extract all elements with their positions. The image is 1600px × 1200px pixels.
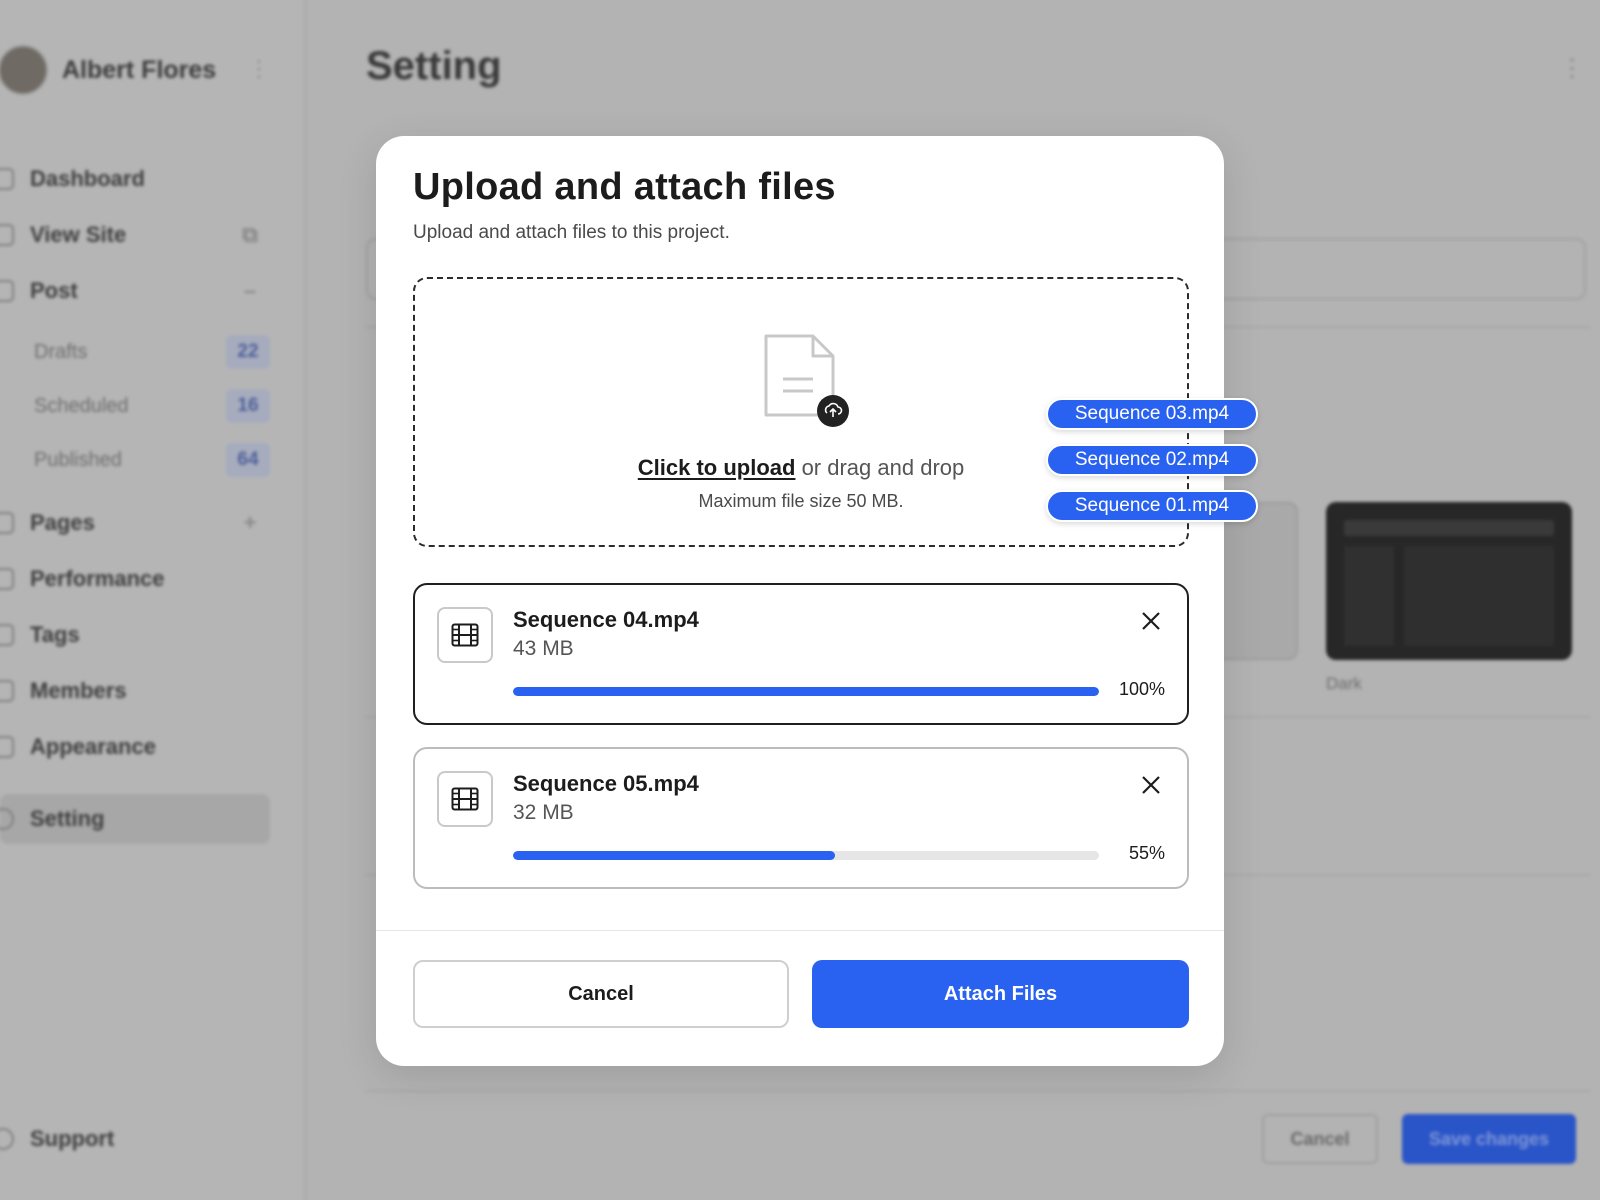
dragging-file-chip[interactable]: Sequence 03.mp4 — [1046, 398, 1258, 430]
modal-subtitle: Upload and attach files to this project. — [413, 222, 730, 243]
sidebar-item-label: Post — [30, 278, 78, 303]
sidebar-item-members[interactable]: Members — [0, 666, 270, 716]
external-link-icon: ⧉ — [242, 222, 258, 247]
sidebar-item-appearance[interactable]: Appearance — [0, 722, 270, 772]
upload-progress-percent: 55% — [1128, 843, 1165, 863]
palette-icon — [0, 736, 14, 758]
sidebar-subitem-label: Published — [34, 448, 122, 471]
file-item: Sequence 05.mp4 32 MB 55% — [413, 747, 1189, 889]
avatar — [0, 45, 48, 95]
modal-title: Upload and attach files — [413, 166, 836, 208]
close-icon[interactable] — [1137, 607, 1165, 635]
plus-square-icon — [0, 280, 14, 302]
count-badge: 22 — [226, 335, 270, 369]
thumbnail-topbar — [1344, 520, 1554, 536]
sidebar-subitem-scheduled[interactable]: Scheduled 16 — [34, 386, 270, 426]
sidebar-item-label: Members — [30, 678, 127, 703]
close-icon[interactable] — [1137, 771, 1165, 799]
sidebar-item-label: View Site — [30, 222, 127, 247]
drag-drop-text: or drag and drop — [795, 455, 965, 480]
modal-footer-divider — [376, 930, 1224, 931]
user-name: Albert Flores — [62, 55, 217, 84]
sidebar-item-performance[interactable]: Performance — [0, 554, 270, 604]
upload-progress-bar — [513, 851, 1099, 860]
chart-icon — [0, 568, 14, 590]
sidebar-item-label: Pages — [30, 510, 95, 535]
click-to-upload-link[interactable]: Click to upload — [638, 455, 796, 480]
sidebar-item-label: Tags — [30, 622, 80, 647]
sidebar-item-label: Setting — [30, 806, 105, 831]
upload-modal: Upload and attach files Upload and attac… — [376, 136, 1224, 1066]
count-badge: 64 — [226, 443, 270, 477]
save-changes-button[interactable]: Save changes — [1402, 1114, 1576, 1164]
sidebar-subitem-drafts[interactable]: Drafts 22 — [34, 332, 270, 372]
sidebar-item-tags[interactable]: Tags — [0, 610, 270, 660]
page-title: Setting — [366, 44, 502, 88]
home-icon — [0, 168, 14, 190]
upload-progress-bar — [513, 687, 1099, 696]
thumbnail-content — [1404, 546, 1554, 646]
video-file-icon — [437, 607, 493, 663]
file-size: 43 MB — [513, 637, 574, 660]
sidebar-item-view-site[interactable]: View Site ⧉ — [0, 210, 270, 260]
attach-files-button[interactable]: Attach Files — [812, 960, 1189, 1028]
count-badge: 16 — [226, 389, 270, 423]
more-vertical-icon[interactable]: ⋮ — [1560, 54, 1584, 83]
video-file-icon — [437, 771, 493, 827]
file-name: Sequence 04.mp4 — [513, 607, 699, 632]
upload-progress-fill — [513, 687, 1099, 696]
file-item: Sequence 04.mp4 43 MB 100% — [413, 583, 1189, 725]
file-name: Sequence 05.mp4 — [513, 771, 699, 796]
gear-icon — [0, 808, 14, 830]
members-icon — [0, 680, 14, 702]
sidebar-item-label: Appearance — [30, 734, 156, 759]
more-vertical-icon[interactable]: ⋮ — [248, 56, 270, 82]
thumbnail-sidebar — [1344, 546, 1394, 646]
support-icon — [0, 1128, 14, 1150]
sidebar-item-label: Performance — [30, 566, 165, 591]
sidebar-item-post[interactable]: Post – — [0, 266, 270, 316]
dragging-file-chip[interactable]: Sequence 01.mp4 — [1046, 490, 1258, 522]
sidebar-item-label: Support — [30, 1126, 115, 1151]
sidebar-subitem-label: Drafts — [34, 340, 88, 363]
sidebar-item-dashboard[interactable]: Dashboard — [0, 154, 270, 204]
sidebar-item-label: Dashboard — [30, 166, 145, 191]
globe-icon — [0, 224, 14, 246]
theme-dark-label: Dark — [1326, 674, 1362, 693]
dragging-file-chip[interactable]: Sequence 02.mp4 — [1046, 444, 1258, 476]
sidebar-item-support[interactable]: Support — [0, 1126, 114, 1152]
settings-cancel-button[interactable]: Cancel — [1262, 1114, 1378, 1164]
file-size: 32 MB — [513, 801, 574, 824]
theme-dark-thumbnail[interactable] — [1326, 502, 1572, 660]
sidebar-subitem-label: Scheduled — [34, 394, 129, 417]
divider — [366, 1090, 1590, 1092]
plus-icon[interactable]: + — [230, 510, 270, 536]
sidebar-item-pages[interactable]: Pages + — [0, 498, 270, 548]
sidebar-subitem-published[interactable]: Published 64 — [34, 440, 270, 480]
upload-progress-percent: 100% — [1118, 679, 1165, 699]
pages-icon — [0, 512, 14, 534]
sidebar-item-setting[interactable]: Setting — [0, 794, 270, 844]
sidebar: Albert Flores ⋮ Dashboard View Site ⧉ Po… — [0, 0, 306, 1200]
document-upload-icon — [764, 334, 849, 427]
cancel-button[interactable]: Cancel — [413, 960, 789, 1028]
collapse-icon[interactable]: – — [230, 278, 270, 304]
user-profile[interactable]: Albert Flores ⋮ — [0, 40, 270, 100]
tag-icon — [0, 624, 14, 646]
upload-progress-fill — [513, 851, 836, 860]
